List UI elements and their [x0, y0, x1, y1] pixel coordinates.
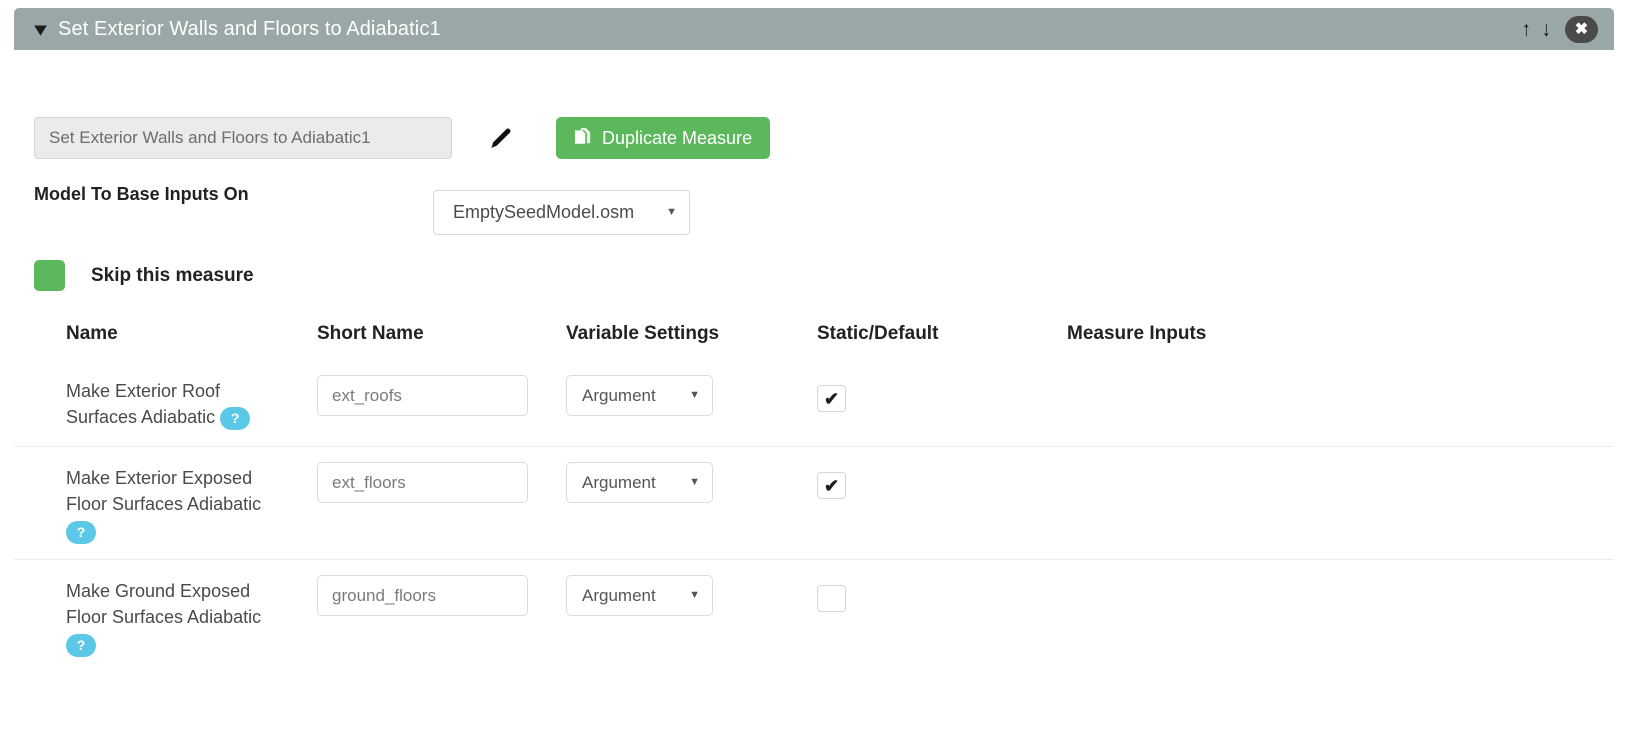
- short-name-input[interactable]: [317, 575, 528, 616]
- variable-settings-cell: Argument ▼: [566, 375, 817, 416]
- static-default-checkbox[interactable]: [817, 585, 846, 612]
- page-title: Set Exterior Walls and Floors to Adiabat…: [58, 17, 441, 40]
- duplicate-measure-label: Duplicate Measure: [602, 127, 753, 148]
- static-default-checkbox[interactable]: ✔: [817, 385, 846, 412]
- argument-name-cell: Make Exterior Exposed Floor Surfaces Adi…: [66, 465, 317, 544]
- variable-settings-select[interactable]: Argument ▼: [566, 462, 713, 503]
- table-row: Make Exterior Exposed Floor Surfaces Adi…: [14, 446, 1614, 559]
- argument-name-line1: Make Exterior Roof: [66, 381, 221, 401]
- chevron-down-icon: ▼: [666, 206, 677, 218]
- measure-panel: ▾ Set Exterior Walls and Floors to Adiab…: [14, 8, 1614, 657]
- argument-name-cell: Make Exterior Roof Surfaces Adiabatic?: [66, 378, 317, 430]
- short-name-cell: [317, 575, 566, 616]
- variable-settings-value: Argument: [582, 472, 656, 492]
- argument-name-line2: Floor Surfaces Adiabatic: [66, 607, 262, 627]
- skip-measure-checkbox[interactable]: [34, 260, 65, 291]
- panel-header: ▾ Set Exterior Walls and Floors to Adiab…: [14, 8, 1614, 50]
- chevron-down-icon: ▼: [689, 389, 700, 401]
- move-up-icon[interactable]: ↑: [1522, 19, 1531, 40]
- argument-name-line1: Make Ground Exposed: [66, 581, 251, 601]
- chevron-down-icon: ▼: [689, 589, 700, 601]
- move-down-icon[interactable]: ↓: [1541, 19, 1550, 40]
- static-default-cell: ✔: [817, 465, 1067, 499]
- measure-name-input[interactable]: [34, 117, 452, 159]
- argument-name-line2: Surfaces Adiabatic: [66, 407, 216, 427]
- model-base-inputs-value: EmptySeedModel.osm: [453, 202, 635, 222]
- short-name-cell: [317, 462, 566, 503]
- help-icon[interactable]: ?: [66, 520, 96, 544]
- table-row: Make Exterior Roof Surfaces Adiabatic? A…: [14, 356, 1614, 446]
- variable-settings-select[interactable]: Argument ▼: [566, 375, 713, 416]
- model-base-inputs-select[interactable]: EmptySeedModel.osm ▼: [433, 190, 690, 235]
- close-icon[interactable]: ✖: [1565, 15, 1598, 43]
- column-header-static-default: Static/Default: [817, 323, 939, 344]
- skip-measure-row: Skip this measure: [34, 260, 254, 291]
- chevron-down-icon[interactable]: ▾: [35, 20, 46, 38]
- column-header-name: Name: [66, 323, 118, 344]
- column-header-variable-settings: Variable Settings: [566, 323, 720, 344]
- variable-settings-cell: Argument ▼: [566, 575, 817, 616]
- arguments-table: Name Short Name Variable Settings Static…: [14, 312, 1614, 672]
- column-header-measure-inputs: Measure Inputs: [1067, 323, 1207, 344]
- table-header-row: Name Short Name Variable Settings Static…: [14, 312, 1614, 356]
- chevron-down-icon: ▼: [689, 476, 700, 488]
- column-header-short-name: Short Name: [317, 323, 424, 344]
- variable-settings-cell: Argument ▼: [566, 462, 817, 503]
- help-icon[interactable]: ?: [220, 406, 251, 430]
- short-name-input[interactable]: [317, 462, 528, 503]
- duplicate-measure-button[interactable]: Duplicate Measure: [556, 117, 771, 159]
- panel-header-actions: ↑ ↓ ✖: [1521, 15, 1598, 43]
- argument-name-line1: Make Exterior Exposed: [66, 468, 253, 488]
- copy-icon: [574, 127, 591, 144]
- argument-name-cell: Make Ground Exposed Floor Surfaces Adiab…: [66, 578, 317, 657]
- skip-measure-label: Skip this measure: [91, 264, 254, 286]
- static-default-cell: [817, 578, 1067, 612]
- model-base-inputs-label: Model To Base Inputs On: [34, 184, 249, 204]
- pencil-icon[interactable]: [488, 125, 514, 151]
- help-icon[interactable]: ?: [66, 633, 96, 657]
- static-default-cell: ✔: [817, 378, 1067, 412]
- check-icon: ✔: [823, 388, 840, 409]
- variable-settings-select[interactable]: Argument ▼: [566, 575, 713, 616]
- variable-settings-value: Argument: [582, 585, 656, 605]
- short-name-cell: [317, 375, 566, 416]
- argument-name-line2: Floor Surfaces Adiabatic: [66, 494, 262, 514]
- static-default-checkbox[interactable]: ✔: [817, 472, 846, 499]
- short-name-input[interactable]: [317, 375, 528, 416]
- measure-name-row: Duplicate Measure: [34, 117, 771, 159]
- variable-settings-value: Argument: [582, 385, 656, 405]
- check-icon: ✔: [823, 475, 840, 496]
- table-row: Make Ground Exposed Floor Surfaces Adiab…: [14, 559, 1614, 672]
